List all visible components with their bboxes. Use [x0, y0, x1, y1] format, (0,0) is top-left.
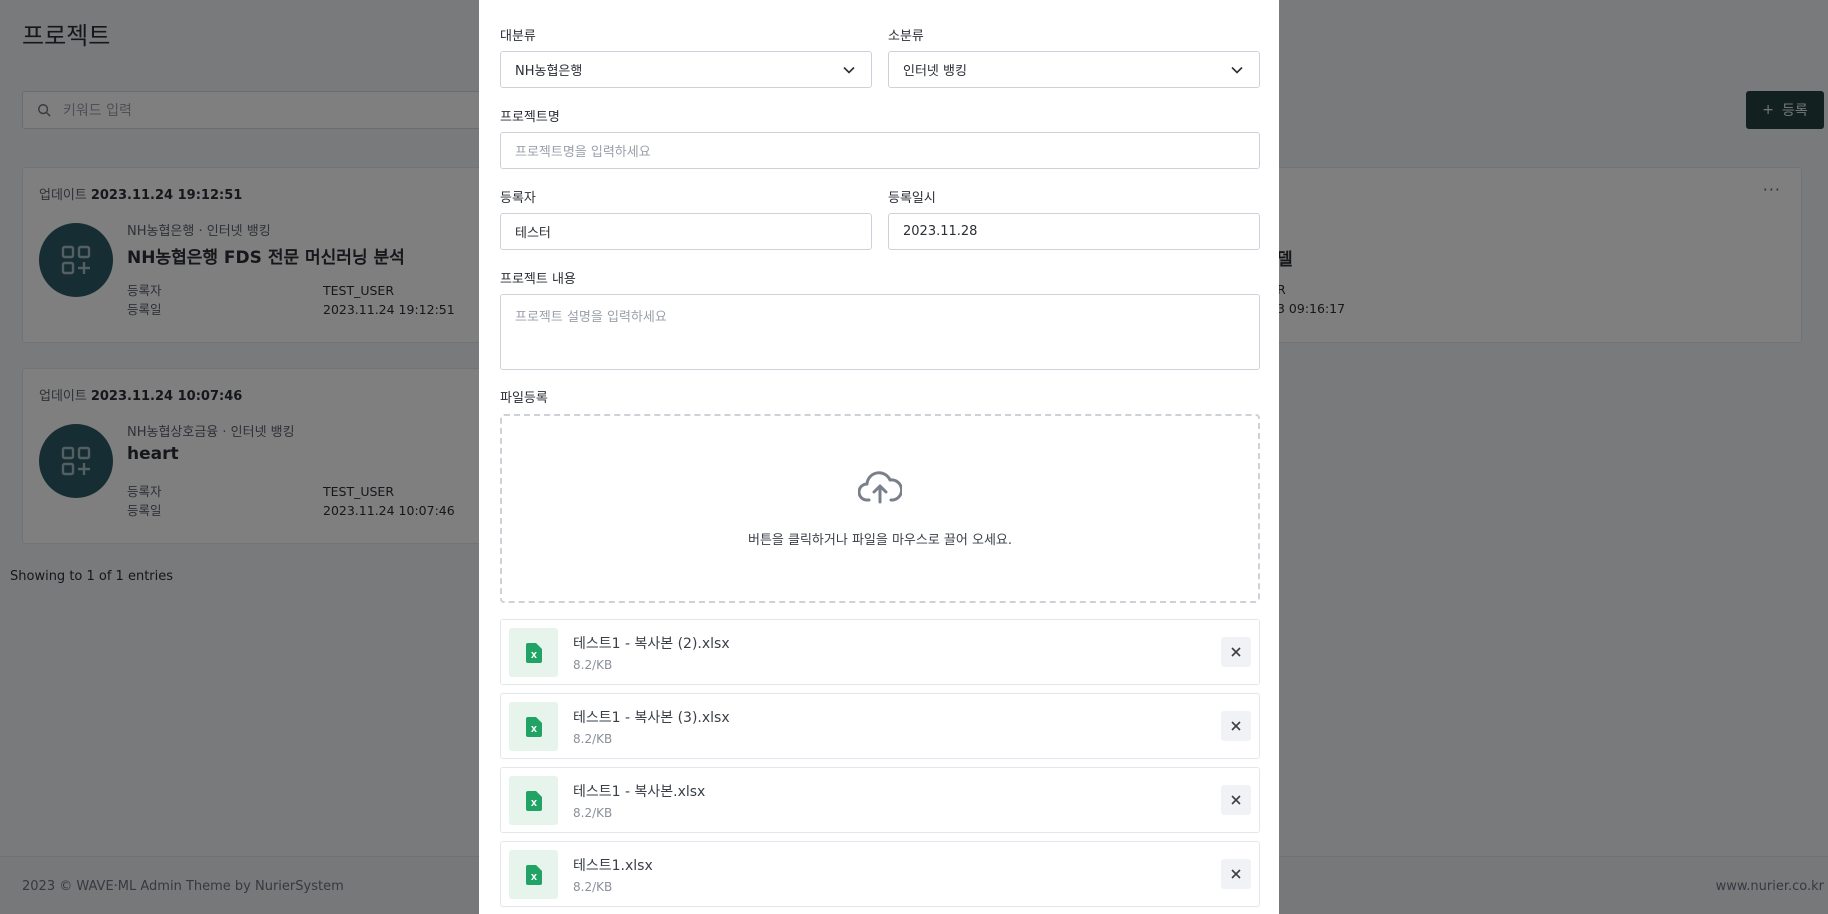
registrant-input[interactable]: 테스터	[500, 213, 872, 250]
close-icon	[1231, 795, 1241, 805]
file-item: X 테스트1 - 복사본.xlsx 8.2/KB	[500, 767, 1260, 833]
dropzone-text: 버튼을 클릭하거나 파일을 마우스로 끌어 오세요.	[748, 533, 1012, 548]
content-label: 프로젝트 내용	[500, 272, 576, 287]
project-name-input[interactable]: 프로젝트명을 입력하세요	[500, 132, 1260, 169]
category-sub-value: 인터넷 뱅킹	[903, 64, 967, 79]
content-textarea[interactable]: 프로젝트 설명을 입력하세요	[500, 294, 1260, 370]
cloud-upload-icon	[858, 471, 902, 504]
excel-file-icon: X	[509, 702, 558, 751]
category-sub-label: 소분류	[888, 29, 924, 44]
file-size: 8.2/KB	[573, 732, 613, 746]
svg-text:X: X	[530, 725, 537, 734]
svg-text:X: X	[530, 799, 537, 808]
reg-date-label: 등록일시	[888, 191, 936, 206]
close-icon	[1231, 647, 1241, 657]
project-name-label: 프로젝트명	[500, 110, 560, 125]
file-name: 테스트1 - 복사본 (2).xlsx	[573, 636, 730, 652]
category-main-value: NH농협은행	[515, 64, 583, 79]
remove-file-button[interactable]	[1221, 785, 1251, 815]
svg-text:X: X	[530, 873, 537, 882]
close-icon	[1231, 869, 1241, 879]
file-item: X 테스트1 - 복사본 (3).xlsx 8.2/KB	[500, 693, 1260, 759]
remove-file-button[interactable]	[1221, 637, 1251, 667]
chevron-down-icon	[1231, 66, 1243, 74]
project-register-modal: 대분류 NH농협은행 소분류 인터넷 뱅킹 프로젝트명 프로젝트명을 입력하세요…	[479, 0, 1279, 914]
file-size: 8.2/KB	[573, 658, 613, 672]
excel-file-icon: X	[509, 850, 558, 899]
svg-text:X: X	[530, 651, 537, 660]
file-size: 8.2/KB	[573, 806, 613, 820]
remove-file-button[interactable]	[1221, 859, 1251, 889]
chevron-down-icon	[843, 66, 855, 74]
category-sub-select[interactable]: 인터넷 뱅킹	[888, 51, 1260, 88]
reg-date-input[interactable]: 2023.11.28	[888, 213, 1260, 250]
category-main-select[interactable]: NH농협은행	[500, 51, 872, 88]
excel-file-icon: X	[509, 628, 558, 677]
excel-file-icon: X	[509, 776, 558, 825]
registrant-label: 등록자	[500, 191, 536, 206]
file-name: 테스트1 - 복사본 (3).xlsx	[573, 710, 730, 726]
close-icon	[1231, 721, 1241, 731]
file-name: 테스트1.xlsx	[573, 858, 653, 874]
file-item: X 테스트1.xlsx 8.2/KB	[500, 841, 1260, 907]
file-upload-label: 파일등록	[500, 391, 548, 406]
file-name: 테스트1 - 복사본.xlsx	[573, 784, 706, 800]
remove-file-button[interactable]	[1221, 711, 1251, 741]
file-size: 8.2/KB	[573, 880, 613, 894]
file-dropzone[interactable]: 버튼을 클릭하거나 파일을 마우스로 끌어 오세요.	[500, 414, 1260, 603]
category-main-label: 대분류	[500, 29, 536, 44]
file-item: X 테스트1 - 복사본 (2).xlsx 8.2/KB	[500, 619, 1260, 685]
